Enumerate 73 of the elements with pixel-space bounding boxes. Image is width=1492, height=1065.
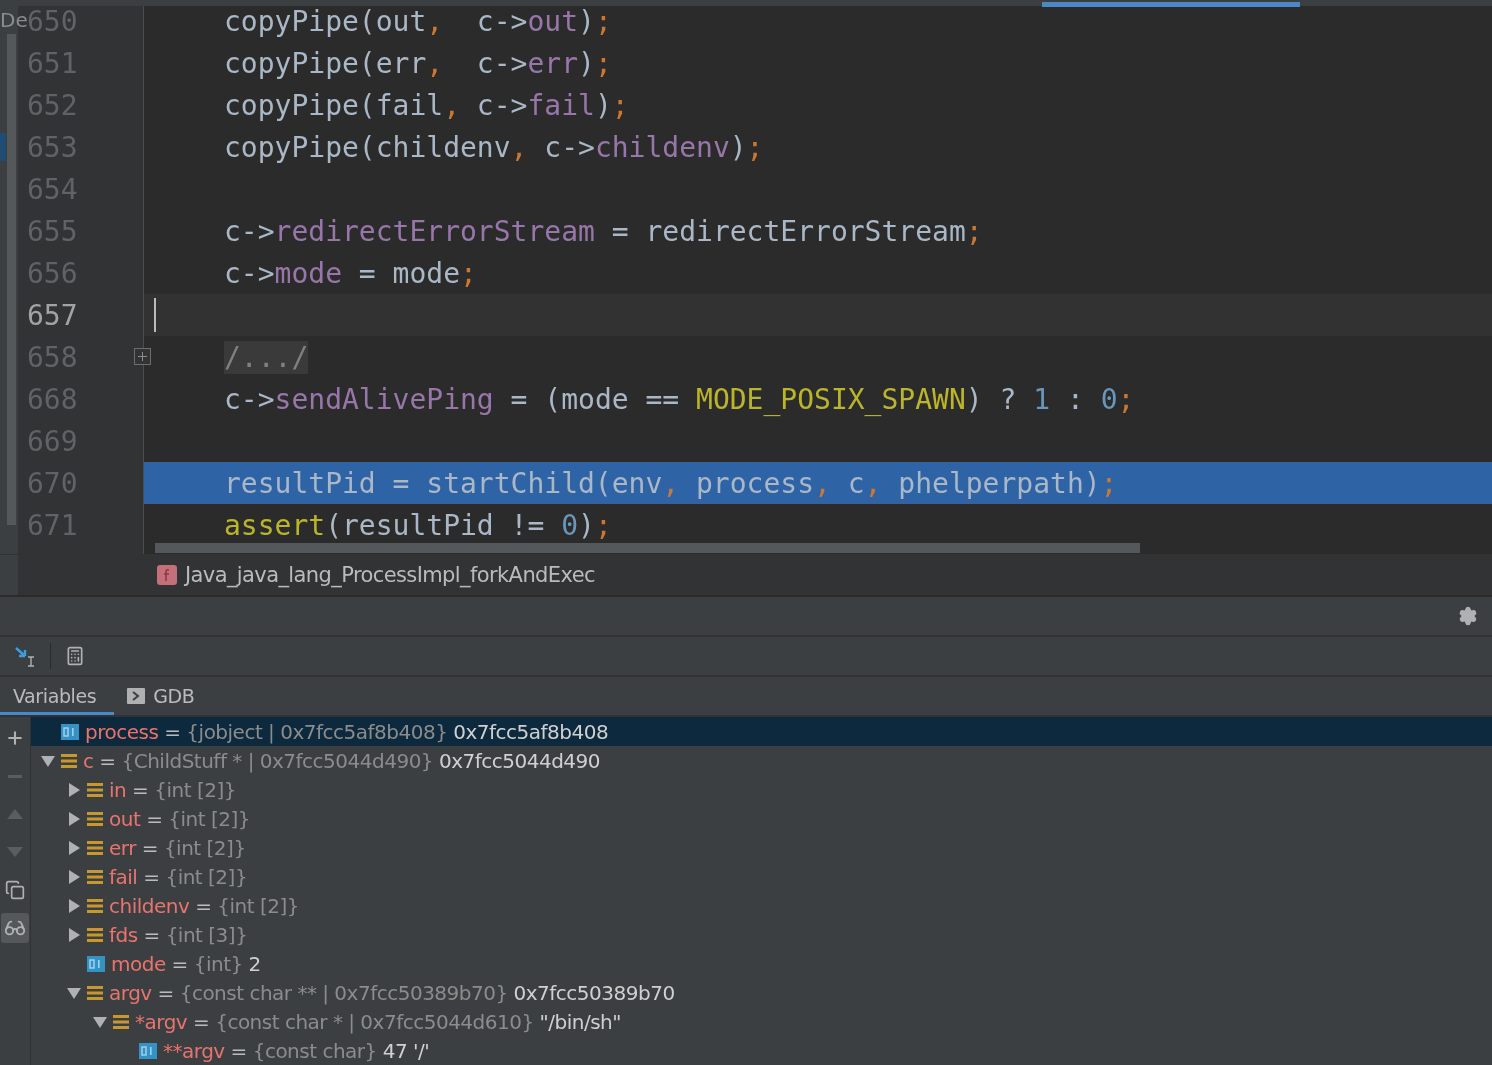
side-label: De	[0, 8, 28, 32]
panel-tab[interactable]: Variables	[0, 677, 115, 715]
variable-icon	[87, 955, 105, 972]
struct-icon	[61, 752, 77, 769]
code-line: copyPipe(err, c->err);	[224, 46, 612, 80]
collapsed-arrow-icon[interactable]	[67, 869, 81, 884]
variable-row[interactable]: out = {int [2]}	[31, 804, 1492, 833]
variable-row[interactable]: mode = {int} 2	[31, 949, 1492, 978]
variable-icon	[139, 1042, 157, 1059]
variable-row[interactable]: fds = {int [3]}	[31, 920, 1492, 949]
struct-icon	[87, 781, 103, 798]
variable-text: out = {int [2]}	[109, 806, 250, 831]
code-line: resultPid = startChild(env, process, c, phelperpath);	[224, 466, 1118, 500]
variable-row[interactable]: fail = {int [2]}	[31, 862, 1492, 891]
variable-row[interactable]: childenv = {int [2]}	[31, 891, 1492, 920]
struct-icon	[87, 926, 103, 943]
glasses-button[interactable]	[1, 913, 29, 943]
variable-icon	[61, 723, 79, 740]
step-cursor-icon[interactable]	[14, 645, 36, 668]
struct-icon	[87, 984, 103, 1001]
collapsed-arrow-icon[interactable]	[67, 898, 81, 913]
variable-text: childenv = {int [2]}	[109, 893, 299, 918]
code-line: copyPipe(childenv, c->childenv);	[224, 130, 764, 164]
panel-tab[interactable]: GDB	[114, 677, 213, 715]
struct-icon	[87, 839, 103, 856]
variable-row[interactable]: process = {jobject | 0x7fcc5af8b408} 0x7fcc5af8b408	[31, 717, 1492, 746]
variable-text: in = {int [2]}	[109, 777, 236, 802]
struct-icon	[87, 810, 103, 827]
variable-text: fds = {int [3]}	[109, 922, 248, 947]
line-number: 657	[27, 298, 78, 332]
copy-icon	[5, 880, 25, 900]
variable-row[interactable]: err = {int [2]}	[31, 833, 1492, 862]
variable-row[interactable]: in = {int [2]}	[31, 775, 1492, 804]
collapsed-arrow-icon[interactable]	[67, 811, 81, 826]
variable-row[interactable]: *argv = {const char * | 0x7fcc5044d610} "/bin/sh"	[31, 1007, 1492, 1036]
collapsed-arrow-icon[interactable]	[67, 927, 81, 942]
collapsed-arrow-icon[interactable]	[67, 782, 81, 797]
struct-icon	[113, 1013, 129, 1030]
variable-text: *argv = {const char * | 0x7fcc5044d610} "/bin/sh"	[135, 1009, 621, 1034]
code-line: assert(resultPid != 0);	[224, 508, 612, 542]
scrollbar[interactable]	[7, 34, 16, 525]
struct-icon	[87, 868, 103, 885]
struct-icon	[87, 897, 103, 914]
breadcrumb[interactable]: Java_java_lang_ProcessImpl_forkAndExec	[157, 563, 595, 588]
code-line: c->mode = mode;	[224, 256, 477, 290]
down-triangle-icon	[7, 847, 23, 857]
code-line: copyPipe(fail, c->fail);	[224, 88, 629, 122]
settings-icon[interactable]	[1458, 606, 1478, 627]
variable-text: err = {int [2]}	[109, 835, 246, 860]
variable-text: **argv = {const char} 47 '/'	[163, 1038, 430, 1063]
up-triangle-icon	[7, 809, 23, 819]
expanded-arrow-icon[interactable]	[41, 753, 55, 768]
code-line: c->redirectErrorStream = redirectErrorStream;	[224, 214, 983, 248]
text-cursor	[154, 298, 156, 332]
variable-text: c = {ChildStuff * | 0x7fcc5044d490} 0x7fcc5044d490	[83, 748, 601, 773]
variable-row[interactable]: **argv = {const char} 47 '/'	[31, 1036, 1492, 1065]
variable-text: process = {jobject | 0x7fcc5af8b408} 0x7fcc5af8b408	[85, 719, 609, 744]
variable-text: fail = {int [2]}	[109, 864, 248, 889]
code-line: copyPipe(out, c->out);	[224, 4, 612, 38]
collapsed-arrow-icon[interactable]	[67, 840, 81, 855]
function-icon	[157, 565, 177, 586]
fold-icon[interactable]	[134, 348, 151, 365]
expanded-arrow-icon[interactable]	[93, 1014, 107, 1029]
scrollbar[interactable]	[155, 543, 1140, 553]
code-line: c->sendAlivePing = (mode == MODE_POSIX_SPAWN) ? 1 : 0;	[224, 382, 1135, 416]
variable-text: mode = {int} 2	[111, 951, 261, 976]
console-icon	[127, 688, 146, 705]
variable-row[interactable]: argv = {const char ** | 0x7fcc50389b70} 0x7fcc50389b70	[31, 978, 1492, 1007]
plus-icon	[5, 728, 25, 748]
variable-text: argv = {const char ** | 0x7fcc50389b70} 0x7fcc50389b70	[109, 980, 675, 1005]
calculator-icon[interactable]	[65, 646, 85, 667]
variable-row[interactable]: c = {ChildStuff * | 0x7fcc5044d490} 0x7fcc5044d490	[31, 746, 1492, 775]
expanded-arrow-icon[interactable]	[67, 985, 81, 1000]
